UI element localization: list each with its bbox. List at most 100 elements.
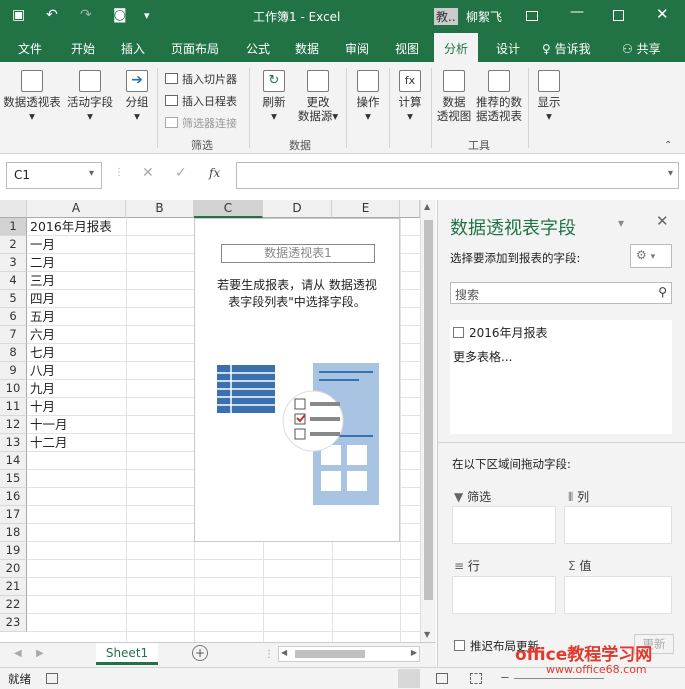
close-icon[interactable]: ✕ [656, 5, 669, 23]
row-header[interactable]: 23 [0, 614, 27, 632]
cell-a[interactable]: 七月 [27, 344, 55, 362]
tab-analyze[interactable]: 分析 [434, 33, 479, 62]
row-header[interactable]: 16 [0, 488, 27, 506]
scroll-thumb[interactable] [424, 220, 433, 600]
scroll-up-icon[interactable]: ▲ [424, 202, 430, 211]
row-header[interactable]: 6 [0, 308, 27, 326]
insert-slicer-button[interactable]: 插入切片器 [165, 71, 237, 87]
cell-a[interactable]: 九月 [27, 380, 55, 398]
row-header[interactable]: 7 [0, 326, 27, 344]
tab-view[interactable]: 视图 [395, 40, 419, 57]
row-header[interactable]: 8 [0, 344, 27, 362]
tab-page-layout[interactable]: 页面布局 [171, 40, 219, 57]
tab-home[interactable]: 开始 [71, 40, 95, 57]
column-header-f[interactable] [400, 200, 420, 218]
customize-qat-icon[interactable]: ▾ [144, 9, 150, 22]
redo-icon[interactable]: ↷ [80, 7, 92, 23]
tell-me[interactable]: ♀ 告诉我 [542, 40, 591, 57]
zoom-out-icon[interactable]: − [500, 670, 510, 684]
cell-a[interactable]: 2016年月报表 [27, 218, 112, 236]
pivot-table-button[interactable]: 数据透视表 ▾ [3, 70, 61, 123]
enter-icon[interactable]: ✓ [175, 165, 187, 181]
row-header[interactable]: 4 [0, 272, 27, 290]
row-header[interactable]: 1 [0, 218, 27, 236]
row-header[interactable]: 5 [0, 290, 27, 308]
macro-record-icon[interactable] [46, 673, 58, 684]
page-layout-view-icon[interactable] [436, 673, 448, 684]
row-header[interactable]: 17 [0, 506, 27, 524]
page-break-view-icon[interactable] [470, 673, 482, 684]
row-header[interactable]: 22 [0, 596, 27, 614]
column-header-a[interactable]: A [27, 200, 126, 218]
formula-input[interactable]: ▾ [236, 162, 679, 189]
row-header[interactable]: 20 [0, 560, 27, 578]
rows-drop-zone[interactable] [452, 576, 556, 614]
row-header[interactable]: 10 [0, 380, 27, 398]
cell-a[interactable]: 五月 [27, 308, 55, 326]
tab-design[interactable]: 设计 [496, 40, 520, 57]
minimize-icon[interactable]: — [570, 4, 584, 20]
cell-a[interactable]: 八月 [27, 362, 55, 380]
camera-icon[interactable]: ◙ [113, 7, 127, 23]
cell-a[interactable]: 二月 [27, 254, 55, 272]
calculations-button[interactable]: fx 计算 ▾ [393, 70, 427, 123]
name-box-dropdown-icon[interactable]: ▾ [89, 168, 94, 179]
tab-insert[interactable]: 插入 [121, 40, 145, 57]
next-sheet-icon[interactable]: ▶ [36, 648, 44, 659]
tab-split-icon[interactable]: ⋮ [264, 649, 274, 660]
column-header-e[interactable]: E [332, 200, 400, 218]
refresh-button[interactable]: ↻ 刷新 ▾ [256, 70, 292, 123]
expand-formula-icon[interactable]: ▾ [668, 168, 673, 179]
scroll-left-icon[interactable]: ◀ [281, 648, 287, 657]
hscroll-thumb[interactable] [295, 650, 365, 658]
cell-a[interactable]: 十月 [27, 398, 55, 416]
values-drop-zone[interactable] [564, 576, 672, 614]
column-header-c[interactable]: C [194, 200, 263, 218]
row-header[interactable]: 2 [0, 236, 27, 254]
row-header[interactable]: 18 [0, 524, 27, 542]
undo-icon[interactable]: ↶ [46, 7, 58, 23]
add-sheet-icon[interactable]: + [192, 645, 208, 661]
row-header[interactable]: 12 [0, 416, 27, 434]
share-button[interactable]: ⚇ 共享 [622, 40, 661, 57]
horizontal-scrollbar[interactable]: ◀ ▶ [278, 646, 420, 662]
scroll-right-icon[interactable]: ▶ [411, 648, 417, 657]
tab-formulas[interactable]: 公式 [246, 40, 270, 57]
row-header[interactable]: 9 [0, 362, 27, 380]
row-header[interactable]: 14 [0, 452, 27, 470]
row-header[interactable]: 11 [0, 398, 27, 416]
row-header[interactable]: 13 [0, 434, 27, 452]
sheet-tab-sheet1[interactable]: Sheet1 [96, 643, 158, 665]
name-box[interactable]: C1 ▾ [6, 162, 102, 189]
search-input[interactable]: 搜索 ⚲ [450, 282, 672, 304]
recommended-pivot-button[interactable]: 推荐的数 据透视表 [474, 70, 524, 123]
cell-a[interactable]: 十二月 [27, 434, 68, 452]
cell-a[interactable]: 十一月 [27, 416, 68, 434]
row-header[interactable]: 3 [0, 254, 27, 272]
defer-update-checkbox[interactable] [454, 640, 465, 651]
tab-data[interactable]: 数据 [295, 40, 319, 57]
zoom-slider[interactable] [514, 678, 604, 679]
maximize-icon[interactable] [613, 10, 624, 21]
normal-view-icon[interactable] [398, 669, 420, 688]
tools-button[interactable]: ⚙ ▾ [630, 244, 672, 268]
insert-timeline-button[interactable]: 插入日程表 [165, 93, 237, 109]
ribbon-display-icon[interactable] [526, 11, 538, 21]
active-field-button[interactable]: 活动字段 ▾ [64, 70, 116, 123]
collapse-ribbon-icon[interactable]: ⌃ [664, 140, 672, 151]
pane-options-icon[interactable]: ▾ [618, 216, 624, 230]
actions-button[interactable]: 操作 ▾ [351, 70, 385, 123]
field-item[interactable]: 2016年月报表 [453, 324, 548, 341]
scroll-down-icon[interactable]: ▼ [424, 630, 430, 639]
row-header[interactable]: 21 [0, 578, 27, 596]
change-data-source-button[interactable]: 更改 数据源▾ [294, 70, 342, 123]
prev-sheet-icon[interactable]: ◀ [14, 648, 22, 659]
cell-a[interactable]: 三月 [27, 272, 55, 290]
column-header-b[interactable]: B [126, 200, 194, 218]
filter-connections-button[interactable]: 筛选器连接 [165, 115, 237, 131]
filters-drop-zone[interactable] [452, 506, 556, 544]
pivot-table-placeholder[interactable]: 数据透视表1 若要生成报表，请从 数据透视 表字段列表"中选择字段。 [194, 218, 400, 542]
columns-drop-zone[interactable] [564, 506, 672, 544]
row-header[interactable]: 15 [0, 470, 27, 488]
row-header[interactable]: 19 [0, 542, 27, 560]
